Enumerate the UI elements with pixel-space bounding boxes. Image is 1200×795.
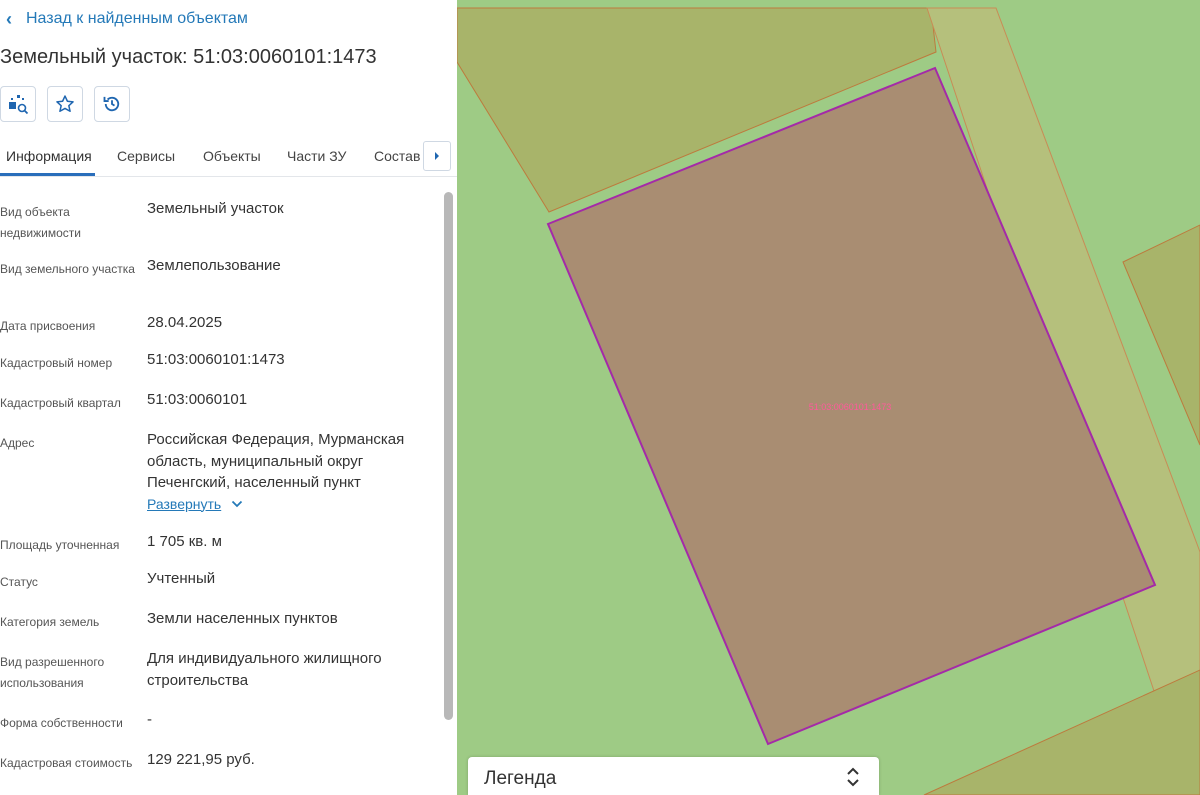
history-icon [103, 96, 120, 112]
back-link-label: Назад к найденным объектам [26, 10, 248, 27]
attribute-label: Кадастровый квартал [0, 396, 121, 410]
attribute-value: Землепользование [147, 257, 281, 274]
caret-right-icon [435, 152, 439, 160]
attribute-label: Кадастровая стоимость [0, 756, 133, 770]
back-link[interactable]: ‹ Назад к найденным объектам [6, 9, 248, 29]
legend-panel[interactable]: Легенда [468, 757, 879, 795]
attribute-value: 129 221,95 руб. [147, 751, 255, 768]
attribute-value: Для индивидуального жилищного строительс… [147, 650, 382, 689]
attribute-label: Вид земельного участка [0, 262, 135, 276]
map-view[interactable]: 51:03:0060101:1473 [457, 0, 1200, 795]
attribute-value: Российская Федерация, Мурманская область… [147, 429, 432, 515]
expand-label: Развернуть [147, 495, 222, 512]
attribute-value: 28.04.2025 [147, 314, 223, 331]
info-panel: ‹ Назад к найденным объектам Земельный у… [0, 0, 457, 795]
attribute-value: - [147, 711, 152, 728]
expand-address-link[interactable]: Развернуть [147, 494, 243, 516]
attribute-value: Учтенный [147, 570, 216, 587]
star-icon [56, 95, 74, 112]
chevron-left-icon: ‹ [6, 8, 12, 29]
attribute-label: Площадь уточненная [0, 538, 120, 552]
favorite-button[interactable] [47, 86, 83, 122]
chevron-down-icon [232, 501, 243, 508]
history-button[interactable] [94, 86, 130, 122]
attribute-value: Земли населенных пунктов [147, 610, 338, 627]
map-search-button[interactable] [0, 86, 36, 122]
attribute-label: Кадастровый номер [0, 356, 113, 370]
map-search-icon [9, 95, 29, 115]
attribute-value: 1 705 кв. м [147, 533, 222, 550]
attribute-label: Вид объекта недвижимости [0, 205, 81, 240]
attribute-label: Статус [0, 575, 38, 589]
panel-scrollbar[interactable] [444, 192, 453, 720]
address-text: Российская Федерация, Мурманская область… [147, 431, 405, 491]
active-tab-indicator [0, 173, 95, 176]
legend-title: Легенда [484, 768, 557, 789]
attribute-label: Категория земель [0, 615, 100, 629]
tab-parts[interactable]: Части ЗУ [287, 148, 346, 164]
attribute-label: Форма собственности [0, 716, 123, 730]
attribute-value: 51:03:0060101:1473 [147, 351, 285, 368]
tab-objects[interactable]: Объекты [203, 148, 261, 164]
parcel-label: 51:03:0060101:1473 [809, 402, 892, 412]
page-title: Земельный участок: 51:03:0060101:1473 [0, 46, 377, 68]
tabs-next-button[interactable] [423, 141, 451, 171]
attribute-label: Адрес [0, 436, 35, 450]
attribute-value: 51:03:0060101 [147, 391, 248, 408]
tab-info[interactable]: Информация [6, 148, 92, 164]
map-canvas[interactable]: 51:03:0060101:1473 [457, 0, 1200, 795]
expand-collapse-icon[interactable] [844, 766, 862, 788]
attribute-label: Дата присвоения [0, 319, 96, 333]
tab-bar: Информация Сервисы Объекты Части ЗУ Сост… [0, 140, 457, 177]
attribute-label: Вид разрешенного использования [0, 655, 105, 690]
tab-services[interactable]: Сервисы [117, 148, 175, 164]
toolbar [0, 86, 130, 122]
attribute-value: Земельный участок [147, 200, 284, 217]
tab-composition[interactable]: Состав [374, 148, 420, 164]
